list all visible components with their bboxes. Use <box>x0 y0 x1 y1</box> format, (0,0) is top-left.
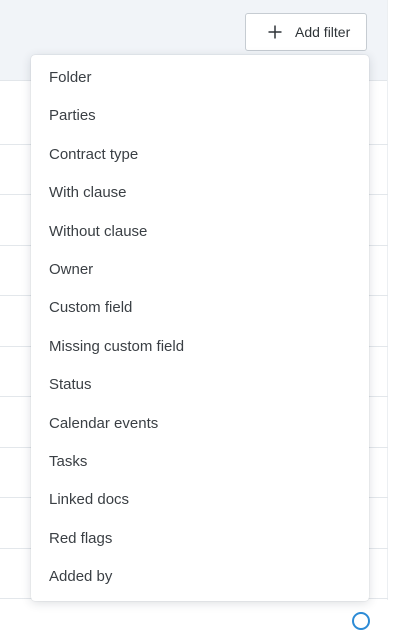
menu-item-with-clause[interactable]: With clause <box>31 174 369 212</box>
page-edge-divider <box>387 0 388 600</box>
info-icon[interactable] <box>352 612 370 630</box>
add-filter-label: Add filter <box>295 24 351 40</box>
menu-item-added-by[interactable]: Added by <box>31 558 369 596</box>
menu-item-red-flags[interactable]: Red flags <box>31 520 369 558</box>
add-filter-button[interactable]: Add filter <box>245 13 367 51</box>
menu-item-tasks[interactable]: Tasks <box>31 443 369 481</box>
menu-item-linked-docs[interactable]: Linked docs <box>31 481 369 519</box>
menu-item-folder[interactable]: Folder <box>31 59 369 97</box>
plus-icon <box>268 25 282 39</box>
menu-item-missing-custom-field[interactable]: Missing custom field <box>31 328 369 366</box>
menu-item-owner[interactable]: Owner <box>31 251 369 289</box>
menu-item-parties[interactable]: Parties <box>31 97 369 135</box>
menu-item-status[interactable]: Status <box>31 366 369 404</box>
menu-item-contract-type[interactable]: Contract type <box>31 136 369 174</box>
menu-item-calendar-events[interactable]: Calendar events <box>31 405 369 443</box>
filter-menu: Folder Parties Contract type With clause… <box>31 55 369 601</box>
menu-item-without-clause[interactable]: Without clause <box>31 213 369 251</box>
menu-item-custom-field[interactable]: Custom field <box>31 289 369 327</box>
